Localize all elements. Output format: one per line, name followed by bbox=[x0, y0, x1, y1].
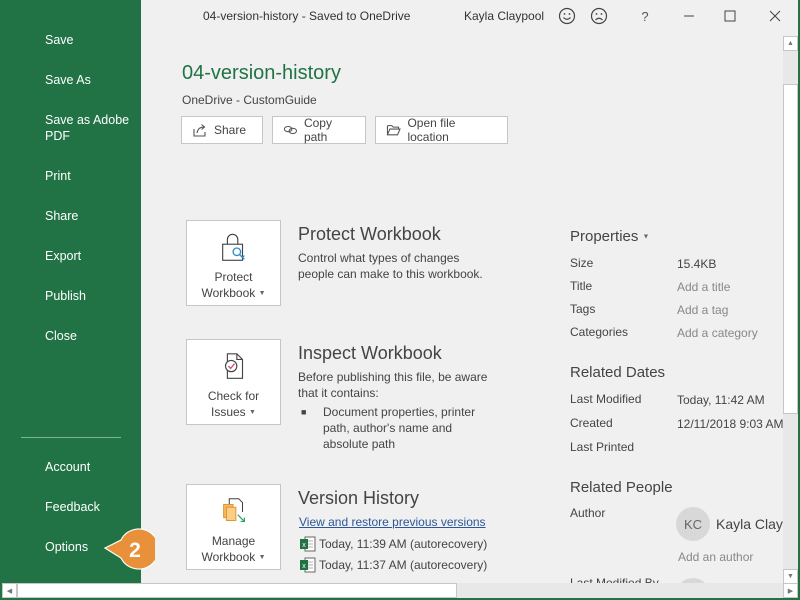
sidebar-item-publish[interactable]: Publish bbox=[45, 288, 135, 304]
manage-workbook-line1: Manage bbox=[211, 534, 256, 548]
close-icon[interactable] bbox=[764, 5, 786, 27]
properties-heading: Properties bbox=[570, 228, 639, 245]
author-avatar: KC bbox=[676, 507, 710, 541]
chevron-down-icon: ▼ bbox=[249, 408, 256, 416]
sidebar-item-account[interactable]: Account bbox=[45, 459, 135, 475]
title-bar: 04-version-history - Saved to OneDrive K… bbox=[141, 0, 798, 32]
signed-in-user[interactable]: Kayla Claypool bbox=[464, 9, 544, 23]
copy-path-label: Copy path bbox=[303, 116, 332, 144]
link-icon bbox=[283, 125, 298, 135]
inspect-workbook-description: Before publishing this file, be aware th… bbox=[298, 370, 488, 400]
date-value-created: 12/11/2018 9:03 AM bbox=[677, 417, 784, 431]
vertical-scrollbar[interactable]: ▲ ▼ bbox=[783, 36, 798, 584]
protect-workbook-button[interactable]: Protect Workbook ▼ bbox=[186, 220, 281, 306]
check-for-issues-button[interactable]: Check for Issues ▼ bbox=[186, 339, 281, 425]
folder-icon bbox=[386, 125, 401, 136]
sidebar-item-save[interactable]: Save bbox=[45, 32, 135, 48]
scroll-down-icon[interactable]: ▼ bbox=[783, 569, 798, 584]
prop-value-tags[interactable]: Add a tag bbox=[677, 303, 728, 317]
manage-workbook-button[interactable]: Manage Workbook ▼ bbox=[186, 484, 281, 570]
open-file-location-label: Open file location bbox=[407, 116, 456, 144]
date-label-last-printed: Last Printed bbox=[570, 440, 635, 454]
sidebar-divider bbox=[21, 437, 121, 438]
lock-key-icon bbox=[221, 233, 245, 261]
check-for-issues-line1: Check for bbox=[207, 389, 260, 403]
help-icon[interactable]: ? bbox=[634, 5, 656, 27]
scroll-up-icon[interactable]: ▲ bbox=[783, 36, 798, 51]
inspect-document-icon bbox=[224, 353, 243, 379]
prop-label-size: Size bbox=[570, 256, 594, 270]
author-label: Author bbox=[570, 506, 606, 520]
share-button[interactable]: Share bbox=[181, 116, 263, 144]
date-label-created: Created bbox=[570, 416, 613, 430]
frown-icon[interactable] bbox=[588, 5, 610, 27]
info-pane: 04-version-history - Saved to OneDrive K… bbox=[141, 0, 798, 598]
date-label-last-modified: Last Modified bbox=[570, 392, 642, 406]
inspect-workbook-title: Inspect Workbook bbox=[298, 343, 442, 363]
version-entry-label: Today, 11:37 AM (autorecovery) bbox=[319, 558, 488, 572]
bullet-icon: ■ bbox=[301, 407, 307, 417]
prop-value-size: 15.4KB bbox=[677, 257, 717, 271]
chevron-down-icon: ▼ bbox=[258, 289, 266, 297]
sidebar-item-print[interactable]: Print bbox=[45, 168, 135, 184]
open-file-location-button[interactable]: Open file location bbox=[375, 116, 508, 144]
inspect-bullet-text: Document properties, printer path, autho… bbox=[323, 405, 476, 451]
view-restore-versions-link[interactable]: View and restore previous versions bbox=[299, 515, 486, 529]
prop-value-title[interactable]: Add a title bbox=[677, 280, 730, 294]
svg-text:x: x bbox=[302, 563, 306, 570]
version-entry[interactable]: x Today, 11:39 AM (autorecovery) bbox=[299, 536, 487, 552]
protect-workbook-description: Control what types of changes people can… bbox=[298, 251, 483, 281]
callout-number: 2 bbox=[129, 539, 141, 562]
smiley-icon[interactable] bbox=[556, 5, 578, 27]
minimize-icon[interactable] bbox=[678, 5, 700, 27]
vertical-scroll-thumb[interactable] bbox=[783, 84, 798, 414]
prop-value-categories[interactable]: Add a category bbox=[677, 326, 758, 340]
step-callout: 2 bbox=[103, 528, 155, 570]
version-entry-label: Today, 11:39 AM (autorecovery) bbox=[319, 537, 488, 551]
maximize-icon[interactable] bbox=[719, 5, 741, 27]
sidebar-item-share[interactable]: Share bbox=[45, 208, 135, 224]
sidebar-item-export[interactable]: Export bbox=[45, 248, 135, 264]
share-icon bbox=[193, 124, 206, 137]
related-people-heading: Related People bbox=[570, 479, 673, 496]
prop-label-title: Title bbox=[570, 279, 593, 293]
svg-text:x: x bbox=[302, 542, 306, 549]
document-location: OneDrive - CustomGuide bbox=[182, 93, 317, 107]
version-history-title: Version History bbox=[298, 488, 420, 508]
copy-path-button[interactable]: Copy path bbox=[272, 116, 366, 144]
excel-file-icon: x bbox=[300, 536, 316, 552]
sidebar-item-feedback[interactable]: Feedback bbox=[45, 499, 135, 515]
prop-label-categories: Categories bbox=[570, 325, 629, 339]
backstage-sidebar: Save Save As Save as Adobe PDF Print Sha… bbox=[0, 0, 141, 600]
manage-workbook-line2: Workbook bbox=[201, 550, 256, 564]
manage-versions-icon bbox=[222, 498, 245, 523]
share-label: Share bbox=[214, 123, 247, 137]
date-value-last-modified: Today, 11:42 AM bbox=[677, 393, 765, 407]
chevron-down-icon: ▼ bbox=[258, 553, 266, 561]
horizontal-scroll-thumb[interactable] bbox=[17, 583, 457, 598]
protect-workbook-line1: Protect bbox=[214, 270, 253, 284]
sidebar-item-save-as[interactable]: Save As bbox=[45, 72, 135, 88]
related-dates-heading: Related Dates bbox=[570, 364, 666, 381]
excel-file-icon: x bbox=[300, 557, 316, 573]
horizontal-scrollbar[interactable]: ◀ ▶ bbox=[2, 583, 798, 598]
chevron-down-icon: ▼ bbox=[642, 233, 650, 241]
protect-workbook-title: Protect Workbook bbox=[298, 224, 441, 244]
sidebar-item-close[interactable]: Close bbox=[45, 328, 135, 344]
properties-dropdown[interactable]: Properties ▼ bbox=[570, 228, 649, 245]
document-title: 04-version-history bbox=[182, 62, 341, 84]
add-author-field[interactable]: Add an author bbox=[678, 550, 753, 564]
sidebar-item-save-as-pdf[interactable]: Save as Adobe PDF bbox=[45, 112, 135, 144]
window-title: 04-version-history - Saved to OneDrive bbox=[203, 9, 411, 23]
version-entry[interactable]: x Today, 11:37 AM (autorecovery) bbox=[299, 557, 487, 573]
check-for-issues-line2: Issues bbox=[211, 405, 246, 419]
prop-label-tags: Tags bbox=[570, 302, 596, 316]
scroll-left-icon[interactable]: ◀ bbox=[2, 583, 17, 598]
protect-workbook-line2: Workbook bbox=[201, 286, 256, 300]
scroll-right-icon[interactable]: ▶ bbox=[783, 583, 798, 598]
